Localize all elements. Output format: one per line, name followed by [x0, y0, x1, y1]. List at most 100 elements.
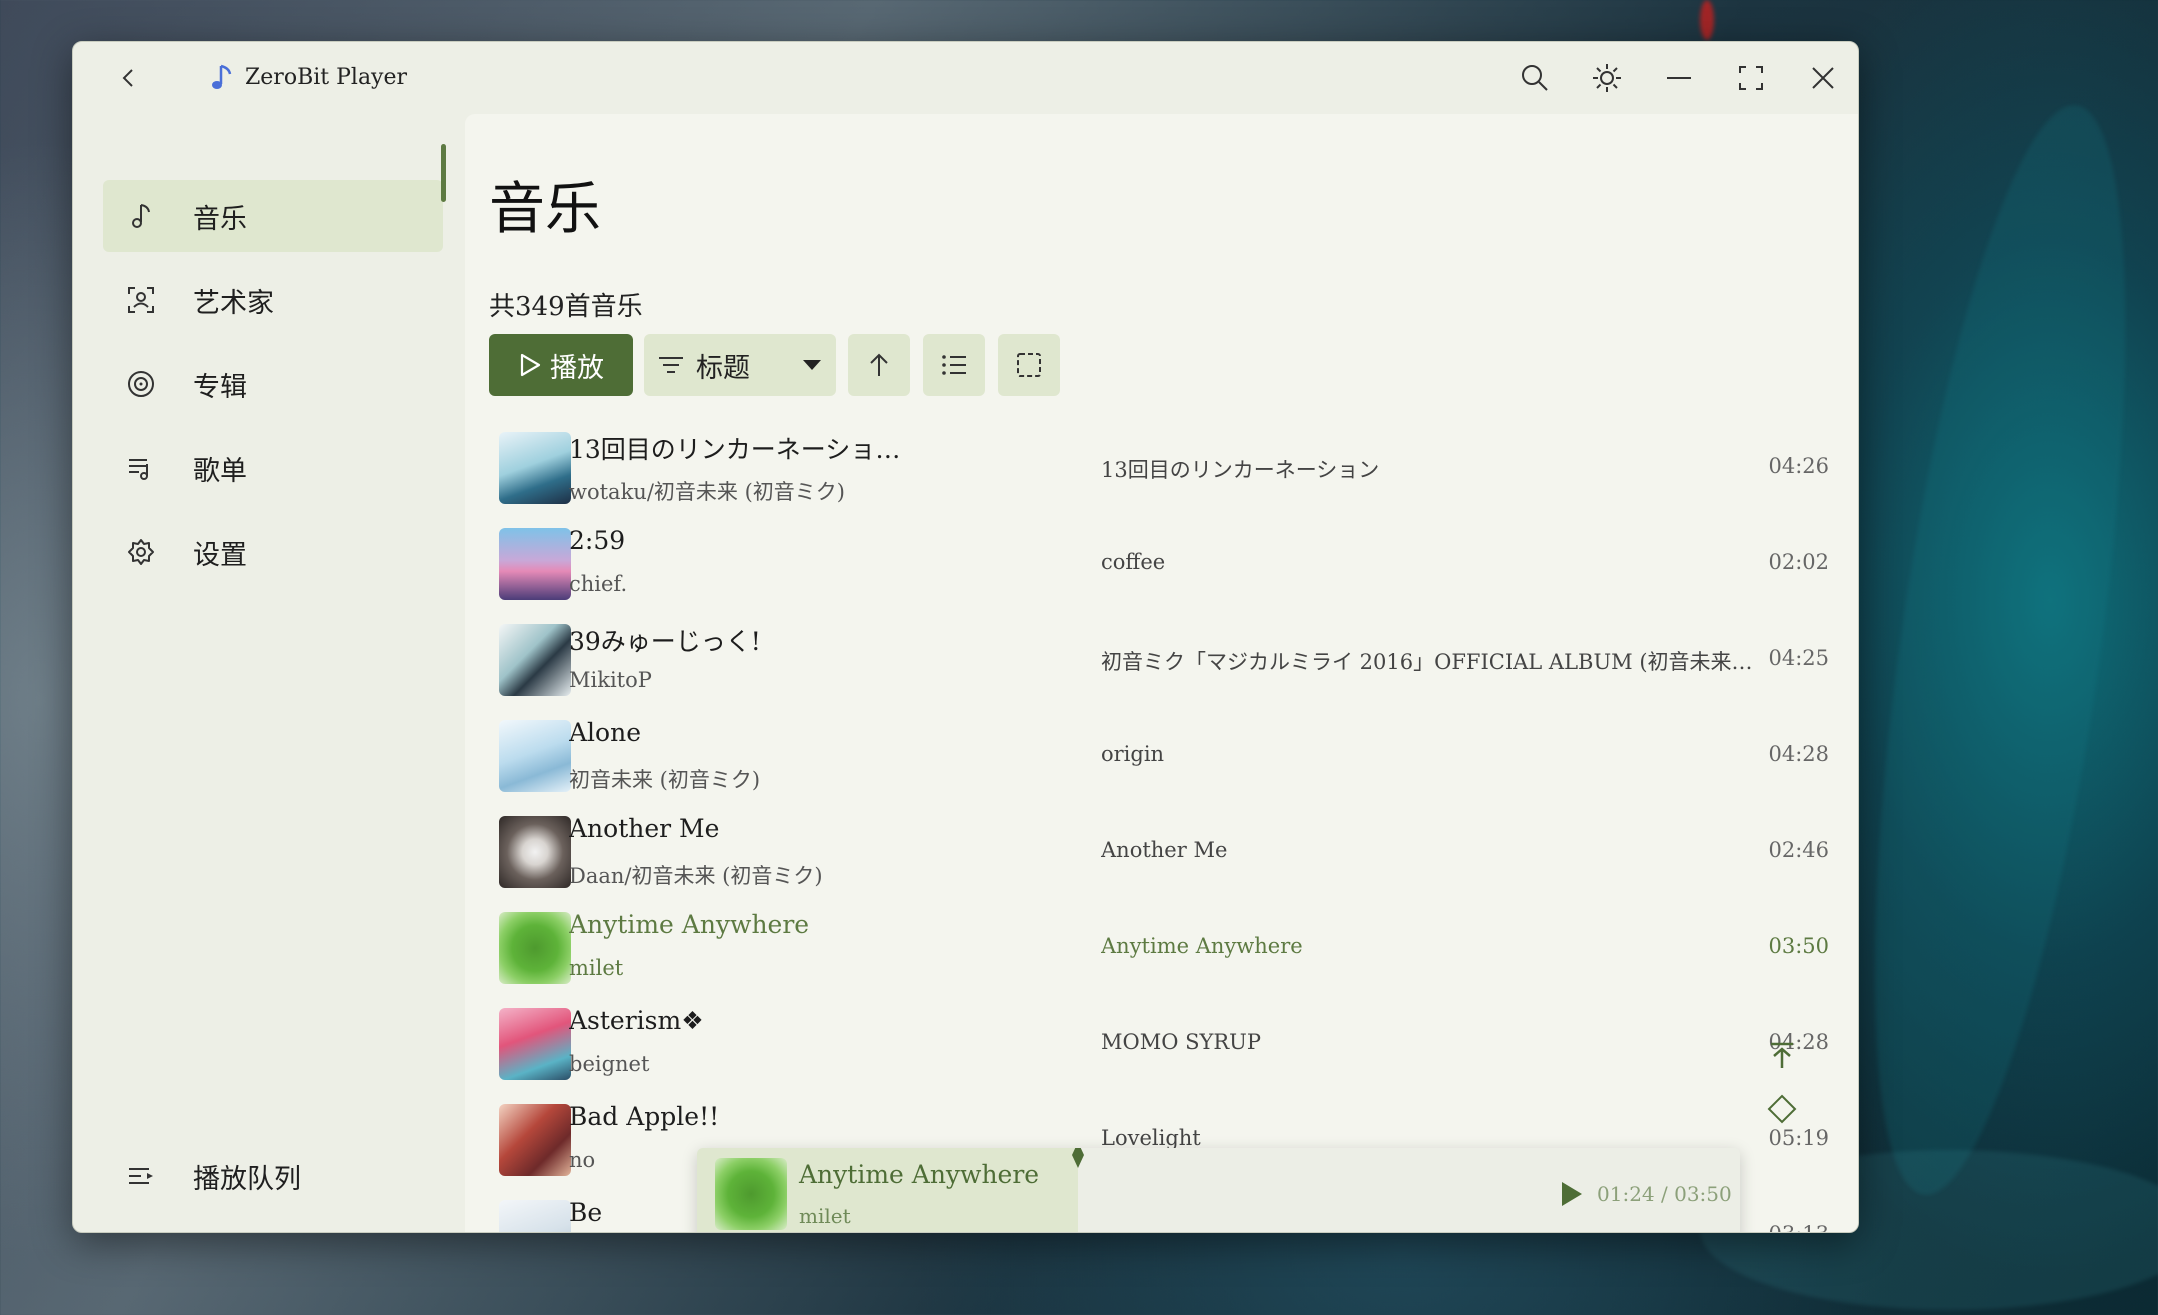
minimize-icon: [1667, 77, 1691, 79]
sidebar-item-label: 音乐: [193, 203, 247, 235]
song-row[interactable]: Another Me Daan/初音未来 (初音ミク) Another Me 0…: [479, 804, 1839, 900]
search-button[interactable]: [1513, 56, 1557, 100]
song-row[interactable]: 13回目のリンカーネーショ… wotaku/初音未来 (初音ミク) 13回目のリ…: [479, 420, 1839, 516]
song-artist: 初音未来 (初音ミク): [569, 768, 761, 792]
album-disc-icon: [121, 370, 161, 398]
filter-icon: [659, 357, 683, 373]
list-view-button[interactable]: [923, 334, 985, 396]
song-title: 2:59: [569, 526, 626, 555]
caret-down-icon: [803, 360, 821, 370]
play-all-button[interactable]: 播放: [489, 334, 633, 396]
play-icon: [1562, 1182, 1582, 1206]
play-outline-icon: [520, 353, 541, 377]
song-title: 39みゅーじっく!: [569, 627, 761, 656]
play-queue-button[interactable]: 播放队列: [103, 1140, 507, 1212]
song-row[interactable]: Asterism❖ beignet MOMO SYRUP 04:28: [479, 996, 1839, 1092]
scroll-to-top-button[interactable]: [1767, 1040, 1803, 1076]
wallpaper-hair-streak: [1824, 91, 2158, 1209]
album-cover: [499, 1104, 571, 1176]
music-note-icon: [121, 202, 161, 230]
song-artist: Daan/初音未来 (初音ミク): [569, 864, 823, 888]
sort-label: 标题: [696, 352, 750, 384]
close-button[interactable]: [1801, 56, 1845, 100]
now-playing-play-button[interactable]: [1552, 1176, 1588, 1212]
album-cover: [499, 528, 571, 600]
sidebar-item-settings[interactable]: 设置: [103, 516, 507, 588]
song-duration: 04:28: [1768, 742, 1829, 766]
album-cover: [499, 912, 571, 984]
progress-marker-icon: [1071, 1148, 1084, 1168]
queue-icon: [121, 1164, 161, 1188]
now-playing-cover: [715, 1158, 787, 1230]
sun-icon: [1593, 64, 1621, 92]
song-artist: MikitoP: [569, 668, 652, 692]
sort-order-button[interactable]: [848, 334, 910, 396]
sidebar-item-artists[interactable]: 艺术家: [103, 264, 507, 336]
song-duration: 03:50: [1768, 934, 1829, 958]
song-album: Another Me: [1101, 838, 1228, 862]
song-artist: wotaku/初音未来 (初音ミク): [569, 480, 845, 504]
sidebar-item-label: 设置: [193, 539, 247, 571]
song-row-current[interactable]: Anytime Anywhere milet Anytime Anywhere …: [479, 900, 1839, 996]
song-album: 初音ミク「マジカルミライ 2016」OFFICIAL ALBUM (初音未来…: [1101, 650, 1753, 674]
list-icon: [942, 355, 966, 375]
now-playing-bar[interactable]: Anytime Anywhere milet 01:24 / 03:50: [697, 1148, 1740, 1232]
app-window: ZeroBit Player 音乐 艺术家 专辑 歌单 设置 播放队列 音乐 共…: [72, 41, 1859, 1233]
arrow-up-icon: [870, 353, 888, 376]
sidebar-item-label: 歌单: [193, 455, 247, 487]
fullscreen-icon: [1739, 66, 1763, 90]
sidebar-item-albums[interactable]: 专辑: [103, 348, 507, 420]
play-all-label: 播放: [550, 352, 604, 384]
maximize-button[interactable]: [1729, 56, 1773, 100]
song-album: 13回目のリンカーネーション: [1101, 458, 1380, 482]
sidebar-item-music[interactable]: 音乐: [103, 180, 443, 252]
album-cover: [499, 1008, 571, 1080]
song-album: origin: [1101, 742, 1165, 766]
now-playing-artist: milet: [799, 1204, 851, 1228]
song-title: 13回目のリンカーネーショ…: [569, 435, 901, 464]
sidebar-item-playlists[interactable]: 歌单: [103, 432, 507, 504]
album-cover: [499, 816, 571, 888]
now-playing-title: Anytime Anywhere: [799, 1160, 1040, 1189]
song-album: Anytime Anywhere: [1101, 934, 1303, 958]
song-row[interactable]: 39みゅーじっく! MikitoP 初音ミク「マジカルミライ 2016」OFFI…: [479, 612, 1839, 708]
gear-icon: [121, 538, 161, 566]
title-bar: ZeroBit Player: [73, 42, 1858, 114]
song-row[interactable]: 2:59 chief. coffee 02:02: [479, 516, 1839, 612]
chevron-left-icon: [122, 69, 133, 87]
now-playing-time: 01:24 / 03:50: [1597, 1182, 1732, 1206]
song-artist: chief.: [569, 572, 628, 596]
song-artist: beignet: [569, 1052, 650, 1076]
song-row[interactable]: Alone 初音未来 (初音ミク) origin 04:28: [479, 708, 1839, 804]
song-title: Anytime Anywhere: [569, 910, 810, 939]
song-title: Alone: [569, 718, 641, 747]
locate-current-button[interactable]: [1767, 1094, 1803, 1130]
song-album: MOMO SYRUP: [1101, 1030, 1262, 1054]
sort-dropdown[interactable]: 标题: [644, 334, 836, 396]
diamond-icon: [1767, 1094, 1797, 1124]
arrow-to-top-icon: [1771, 1042, 1793, 1068]
song-artist: no: [569, 1148, 596, 1172]
minimize-button[interactable]: [1657, 56, 1701, 100]
app-title-text: ZeroBit Player: [245, 64, 408, 90]
album-cover: [499, 720, 571, 792]
album-cover: [499, 1200, 571, 1232]
song-count: 共349首音乐: [489, 292, 643, 322]
song-title: Asterism❖: [569, 1006, 704, 1035]
song-duration: 02:46: [1768, 838, 1829, 862]
app-logo-icon: [212, 64, 232, 89]
song-album: Lovelight: [1101, 1126, 1201, 1150]
song-duration: 04:25: [1768, 646, 1829, 670]
theme-toggle-button[interactable]: [1585, 56, 1629, 100]
song-duration: 03:13: [1768, 1222, 1829, 1232]
search-icon: [1522, 65, 1548, 91]
active-indicator: [441, 144, 446, 202]
playlist-icon: [121, 454, 161, 482]
song-duration: 02:02: [1768, 550, 1829, 574]
song-title: Bad Apple!!: [569, 1102, 720, 1131]
song-album: coffee: [1101, 550, 1166, 574]
sidebar-item-label: 专辑: [193, 371, 247, 403]
back-button[interactable]: [107, 56, 151, 100]
song-duration: 04:26: [1768, 454, 1829, 478]
select-mode-button[interactable]: [998, 334, 1060, 396]
